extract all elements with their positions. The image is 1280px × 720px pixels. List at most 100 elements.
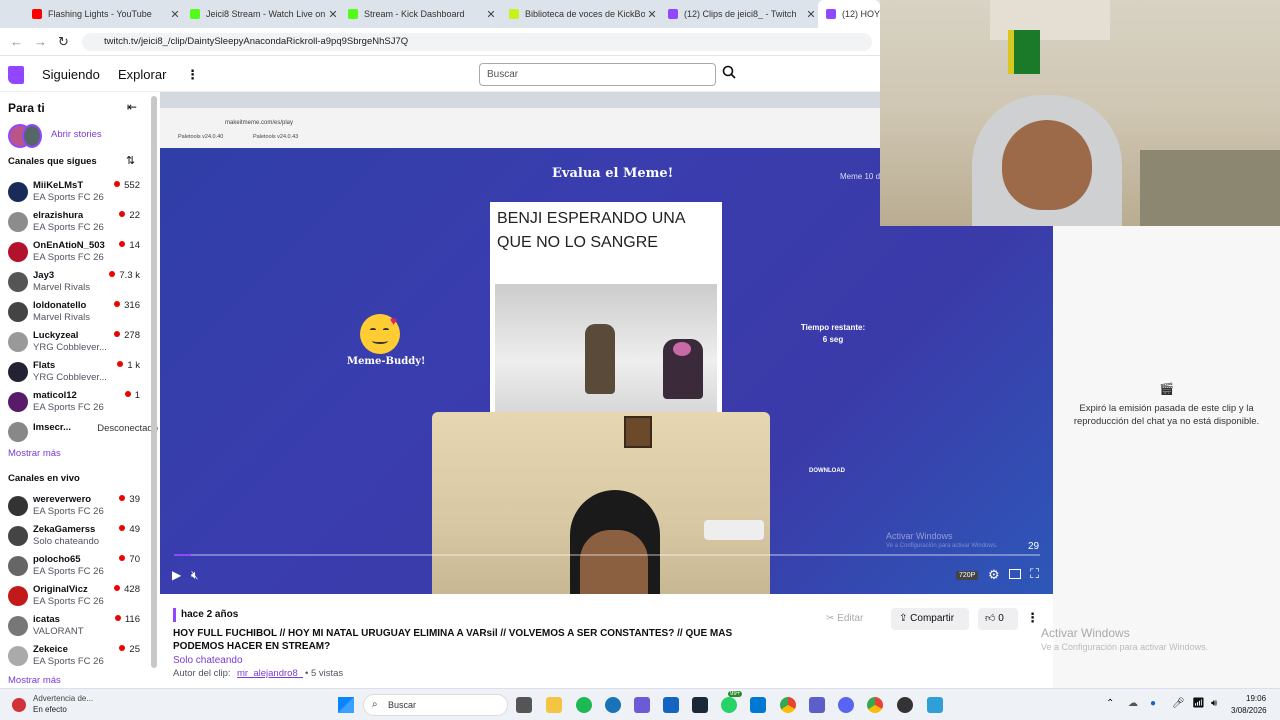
show-more-live[interactable]: Mostrar más	[8, 675, 61, 686]
whatsapp-icon[interactable]	[721, 697, 737, 713]
followed-channel[interactable]: maticol12 EA Sports FC 26 1	[8, 389, 150, 419]
live-dot-icon	[114, 181, 121, 187]
tray-chevron-icon[interactable]: ⌃	[1106, 698, 1114, 709]
channel-game: EA Sports FC 26	[33, 252, 104, 263]
browser-tab-active[interactable]: (12) HOY F	[818, 0, 880, 28]
search-input[interactable]: Buscar	[479, 63, 716, 86]
live-channel[interactable]: ZekaGamerss Solo chateando 49	[8, 523, 150, 553]
play-icon[interactable]: ▶	[172, 568, 181, 582]
followed-channel[interactable]: loldonatello Marvel Rivals 316	[8, 299, 150, 329]
windows-start-icon[interactable]	[338, 697, 354, 713]
progress-bar[interactable]	[174, 554, 1040, 556]
forward-icon[interactable]: →	[34, 34, 47, 49]
edge-icon[interactable]	[605, 697, 621, 713]
chrome-profile-icon[interactable]	[867, 697, 883, 713]
close-icon[interactable]: ✕	[645, 8, 659, 21]
live-channel[interactable]: wereverwero EA Sports FC 26 39	[8, 493, 150, 523]
followed-channel[interactable]: Flats YRG Cobblever... 1 k	[8, 359, 150, 389]
discord-icon[interactable]	[838, 697, 854, 713]
viewer-count: 1	[124, 390, 140, 401]
close-icon[interactable]: ✕	[484, 8, 498, 21]
spotify-icon[interactable]	[576, 697, 592, 713]
nav-explore[interactable]: Explorar	[118, 67, 166, 82]
live-channel[interactable]: Zekeice EA Sports FC 26 25	[8, 643, 150, 673]
sidebar-scrollbar[interactable]	[151, 96, 157, 668]
copilot-icon[interactable]	[634, 697, 650, 713]
task-view-icon[interactable]	[516, 697, 532, 713]
browser-tab[interactable]: Biblioteca de voces de KickBot ✕	[501, 0, 659, 28]
close-icon[interactable]: ✕	[168, 8, 182, 21]
open-stories-link[interactable]: Abrir stories	[51, 129, 102, 140]
search-placeholder: Buscar	[487, 69, 519, 80]
clip-author-link[interactable]: mr_alejandro8_	[237, 668, 303, 679]
twitch-logo-icon[interactable]	[8, 66, 24, 84]
stories-avatars[interactable]	[8, 124, 42, 148]
notepad-icon[interactable]	[927, 697, 943, 713]
microphone-icon[interactable]: 🎤︎	[1172, 698, 1185, 709]
settings-gear-icon[interactable]: ⚙	[988, 567, 1000, 583]
nav-following[interactable]: Siguiendo	[42, 67, 100, 82]
steam-icon[interactable]	[692, 697, 708, 713]
browser-tab[interactable]: Flashing Lights - YouTube ✕	[24, 0, 182, 28]
sort-icon[interactable]: ⇅	[126, 154, 135, 167]
browser-tab[interactable]: Stream - Kick Dashboard ✕	[340, 0, 498, 28]
clip-category-link[interactable]: Solo chateando	[173, 655, 243, 666]
warning-title: Advertencia de...	[33, 694, 94, 703]
followed-channel[interactable]: Jay3 Marvel Rivals 7.3 k	[8, 269, 150, 299]
outlook-icon[interactable]	[663, 697, 679, 713]
obs-icon[interactable]	[897, 697, 913, 713]
avatar	[8, 182, 28, 202]
reload-icon[interactable]: ↻	[58, 34, 69, 50]
channel-game: EA Sports FC 26	[33, 402, 104, 413]
edit-button[interactable]: ✂ Editar	[820, 608, 878, 630]
channel-name: MiiKeLMsT	[33, 180, 84, 191]
more-options-icon[interactable]: ⋮	[1026, 610, 1039, 626]
live-dot-icon	[114, 301, 121, 307]
browser-tab[interactable]: (12) Clips de jeici8_ - Twitch ✕	[660, 0, 818, 28]
kickbot-icon	[509, 9, 519, 19]
teams-icon[interactable]	[809, 697, 825, 713]
chat-panel: 🎬︎ Expiró la emisión pasada de este clip…	[1041, 226, 1280, 688]
warning-app-icon[interactable]	[12, 698, 26, 712]
chrome-icon[interactable]	[780, 697, 796, 713]
tab-label: (12) Clips de jeici8_ - Twitch	[684, 9, 797, 19]
file-explorer-icon[interactable]	[546, 697, 562, 713]
more-menu-icon[interactable]: ⋮	[186, 67, 199, 83]
search-icon[interactable]	[718, 63, 740, 86]
tray-app-icon[interactable]: ●	[1150, 698, 1156, 709]
like-button[interactable]: 👍︎ 0	[978, 608, 1018, 630]
url-field[interactable]: twitch.tv/jeici8_/clip/DaintySleepyAnaco…	[82, 33, 872, 51]
wifi-icon[interactable]: 📶︎	[1192, 698, 1205, 709]
followed-channel[interactable]: MiiKeLMsT EA Sports FC 26 552	[8, 179, 150, 209]
followed-channel[interactable]: elrazishura EA Sports FC 26 22	[8, 209, 150, 239]
close-icon[interactable]: ✕	[326, 8, 340, 21]
followed-channel[interactable]: OnEnAtioN_503 EA Sports FC 26 14	[8, 239, 150, 269]
share-button[interactable]: ⇪ Compartir	[891, 608, 969, 630]
live-dot-icon	[109, 271, 116, 277]
fullscreen-icon[interactable]: ⛶	[1030, 566, 1039, 582]
facecam	[880, 0, 1280, 226]
live-dot-icon	[114, 331, 121, 337]
theatre-mode-icon[interactable]	[1009, 569, 1021, 579]
offline-channel[interactable]: Imsecr... Desconectado	[8, 419, 158, 449]
followed-channel[interactable]: Luckyzeal YRG Cobblever... 278	[8, 329, 150, 359]
mute-icon[interactable]: 🔇︎	[191, 568, 199, 583]
store-icon[interactable]	[750, 697, 766, 713]
taskbar-search[interactable]: ⌕ Buscar	[363, 694, 508, 716]
quality-badge: 720P	[956, 571, 979, 580]
clock-time[interactable]: 19:06	[1246, 694, 1266, 703]
live-channel[interactable]: icatas VALORANT 116	[8, 613, 150, 643]
channel-game: VALORANT	[33, 626, 84, 637]
browser-tab[interactable]: Jeici8 Stream - Watch Live on K ✕	[182, 0, 340, 28]
collapse-sidebar-icon[interactable]: ⇤	[127, 100, 137, 114]
tray-app-icon[interactable]: ☁	[1128, 698, 1138, 709]
live-channel[interactable]: polocho65 EA Sports FC 26 70	[8, 553, 150, 583]
clock-date[interactable]: 3/08/2026	[1231, 706, 1267, 715]
volume-icon[interactable]: 🔊︎	[1211, 698, 1217, 709]
time-value: 6 seg	[822, 335, 844, 344]
close-icon[interactable]: ✕	[804, 8, 818, 21]
show-more-followed[interactable]: Mostrar más	[8, 448, 61, 459]
channel-name: Zekeice	[33, 644, 68, 655]
back-icon[interactable]: ←	[10, 34, 23, 49]
live-channel[interactable]: OriginalVicz EA Sports FC 26 428	[8, 583, 150, 613]
